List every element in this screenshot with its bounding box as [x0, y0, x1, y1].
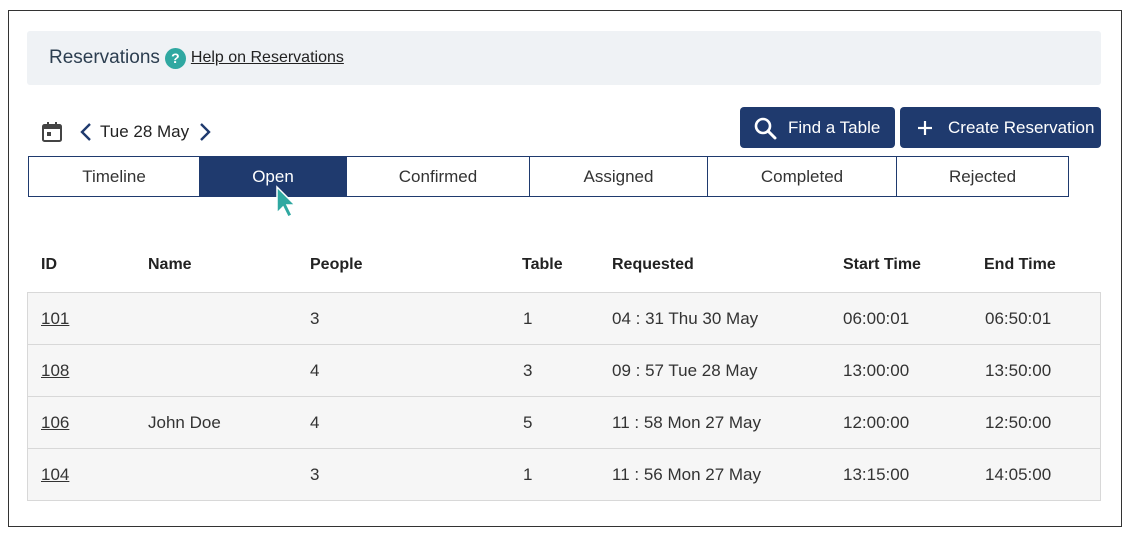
reservation-id-link[interactable]: 104	[41, 465, 69, 485]
tab-open[interactable]: Open	[200, 156, 347, 197]
column-header-people: People	[310, 256, 363, 273]
table-row: 104 3 1 11 : 56 Mon 27 May 13:15:00 14:0…	[27, 449, 1101, 501]
column-header-name: Name	[148, 256, 192, 273]
page-title: Reservations	[49, 47, 160, 68]
tab-completed[interactable]: Completed	[708, 156, 897, 197]
find-table-label: Find a Table	[788, 117, 881, 137]
tab-timeline[interactable]: Timeline	[28, 156, 200, 197]
find-table-button[interactable]: Find a Table	[740, 107, 895, 148]
cell-table: 5	[523, 412, 533, 432]
reservations-table: 101 3 1 04 : 31 Thu 30 May 06:00:01 06:5…	[27, 292, 1101, 501]
table-row: 101 3 1 04 : 31 Thu 30 May 06:00:01 06:5…	[27, 292, 1101, 345]
create-reservation-label: Create Reservation	[948, 117, 1095, 137]
plus-icon	[912, 115, 938, 141]
cell-table: 3	[523, 360, 533, 380]
reservation-id-link[interactable]: 108	[41, 361, 69, 381]
cell-start-time: 12:00:00	[843, 412, 910, 432]
cell-end-time: 12:50:00	[985, 412, 1052, 432]
cell-people: 3	[310, 308, 320, 328]
reservation-id-link[interactable]: 101	[41, 309, 69, 329]
date-navigator: Tue 28 May	[40, 118, 213, 146]
table-header: ID Name People Table Requested Start Tim…	[28, 250, 1101, 282]
cell-name: John Doe	[148, 412, 221, 432]
tab-rejected[interactable]: Rejected	[897, 156, 1069, 197]
reservation-id-link[interactable]: 106	[41, 413, 69, 433]
column-header-table: Table	[522, 256, 563, 273]
status-tabs: Timeline Open Confirmed Assigned Complet…	[28, 156, 1069, 197]
cell-end-time: 14:05:00	[985, 464, 1052, 484]
cell-table: 1	[523, 308, 533, 328]
column-header-requested: Requested	[612, 256, 694, 273]
cell-people: 3	[310, 464, 320, 484]
mouse-cursor-icon	[276, 185, 297, 219]
search-icon	[752, 115, 778, 141]
column-header-id: ID	[41, 256, 57, 273]
column-header-start-time: Start Time	[843, 256, 921, 273]
cell-people: 4	[310, 412, 320, 432]
cell-requested: 04 : 31 Thu 30 May	[612, 308, 759, 328]
cell-requested: 11 : 58 Mon 27 May	[612, 412, 761, 432]
cell-people: 4	[310, 360, 320, 380]
calendar-icon[interactable]	[40, 120, 64, 144]
chevron-right-icon[interactable]	[197, 121, 213, 143]
cell-start-time: 13:15:00	[843, 464, 910, 484]
help-icon[interactable]: ?	[164, 47, 186, 69]
cell-table: 1	[523, 464, 533, 484]
current-date: Tue 28 May	[100, 122, 190, 141]
cell-start-time: 13:00:00	[843, 360, 910, 380]
cell-end-time: 06:50:01	[985, 308, 1052, 328]
cell-start-time: 06:00:01	[843, 308, 910, 328]
table-row: 108 4 3 09 : 57 Tue 28 May 13:00:00 13:5…	[27, 345, 1101, 397]
table-row: 106 John Doe 4 5 11 : 58 Mon 27 May 12:0…	[27, 397, 1101, 449]
tab-confirmed[interactable]: Confirmed	[347, 156, 530, 197]
tab-assigned[interactable]: Assigned	[530, 156, 708, 197]
cell-requested: 11 : 56 Mon 27 May	[612, 464, 761, 484]
chevron-left-icon[interactable]	[78, 121, 94, 143]
cell-end-time: 13:50:00	[985, 360, 1052, 380]
column-header-end-time: End Time	[984, 256, 1056, 273]
help-link[interactable]: Help on Reservations	[191, 49, 344, 67]
page-header: Reservations ? Help on Reservations	[27, 31, 1101, 85]
create-reservation-button[interactable]: Create Reservation	[900, 107, 1101, 148]
cell-requested: 09 : 57 Tue 28 May	[612, 360, 758, 380]
